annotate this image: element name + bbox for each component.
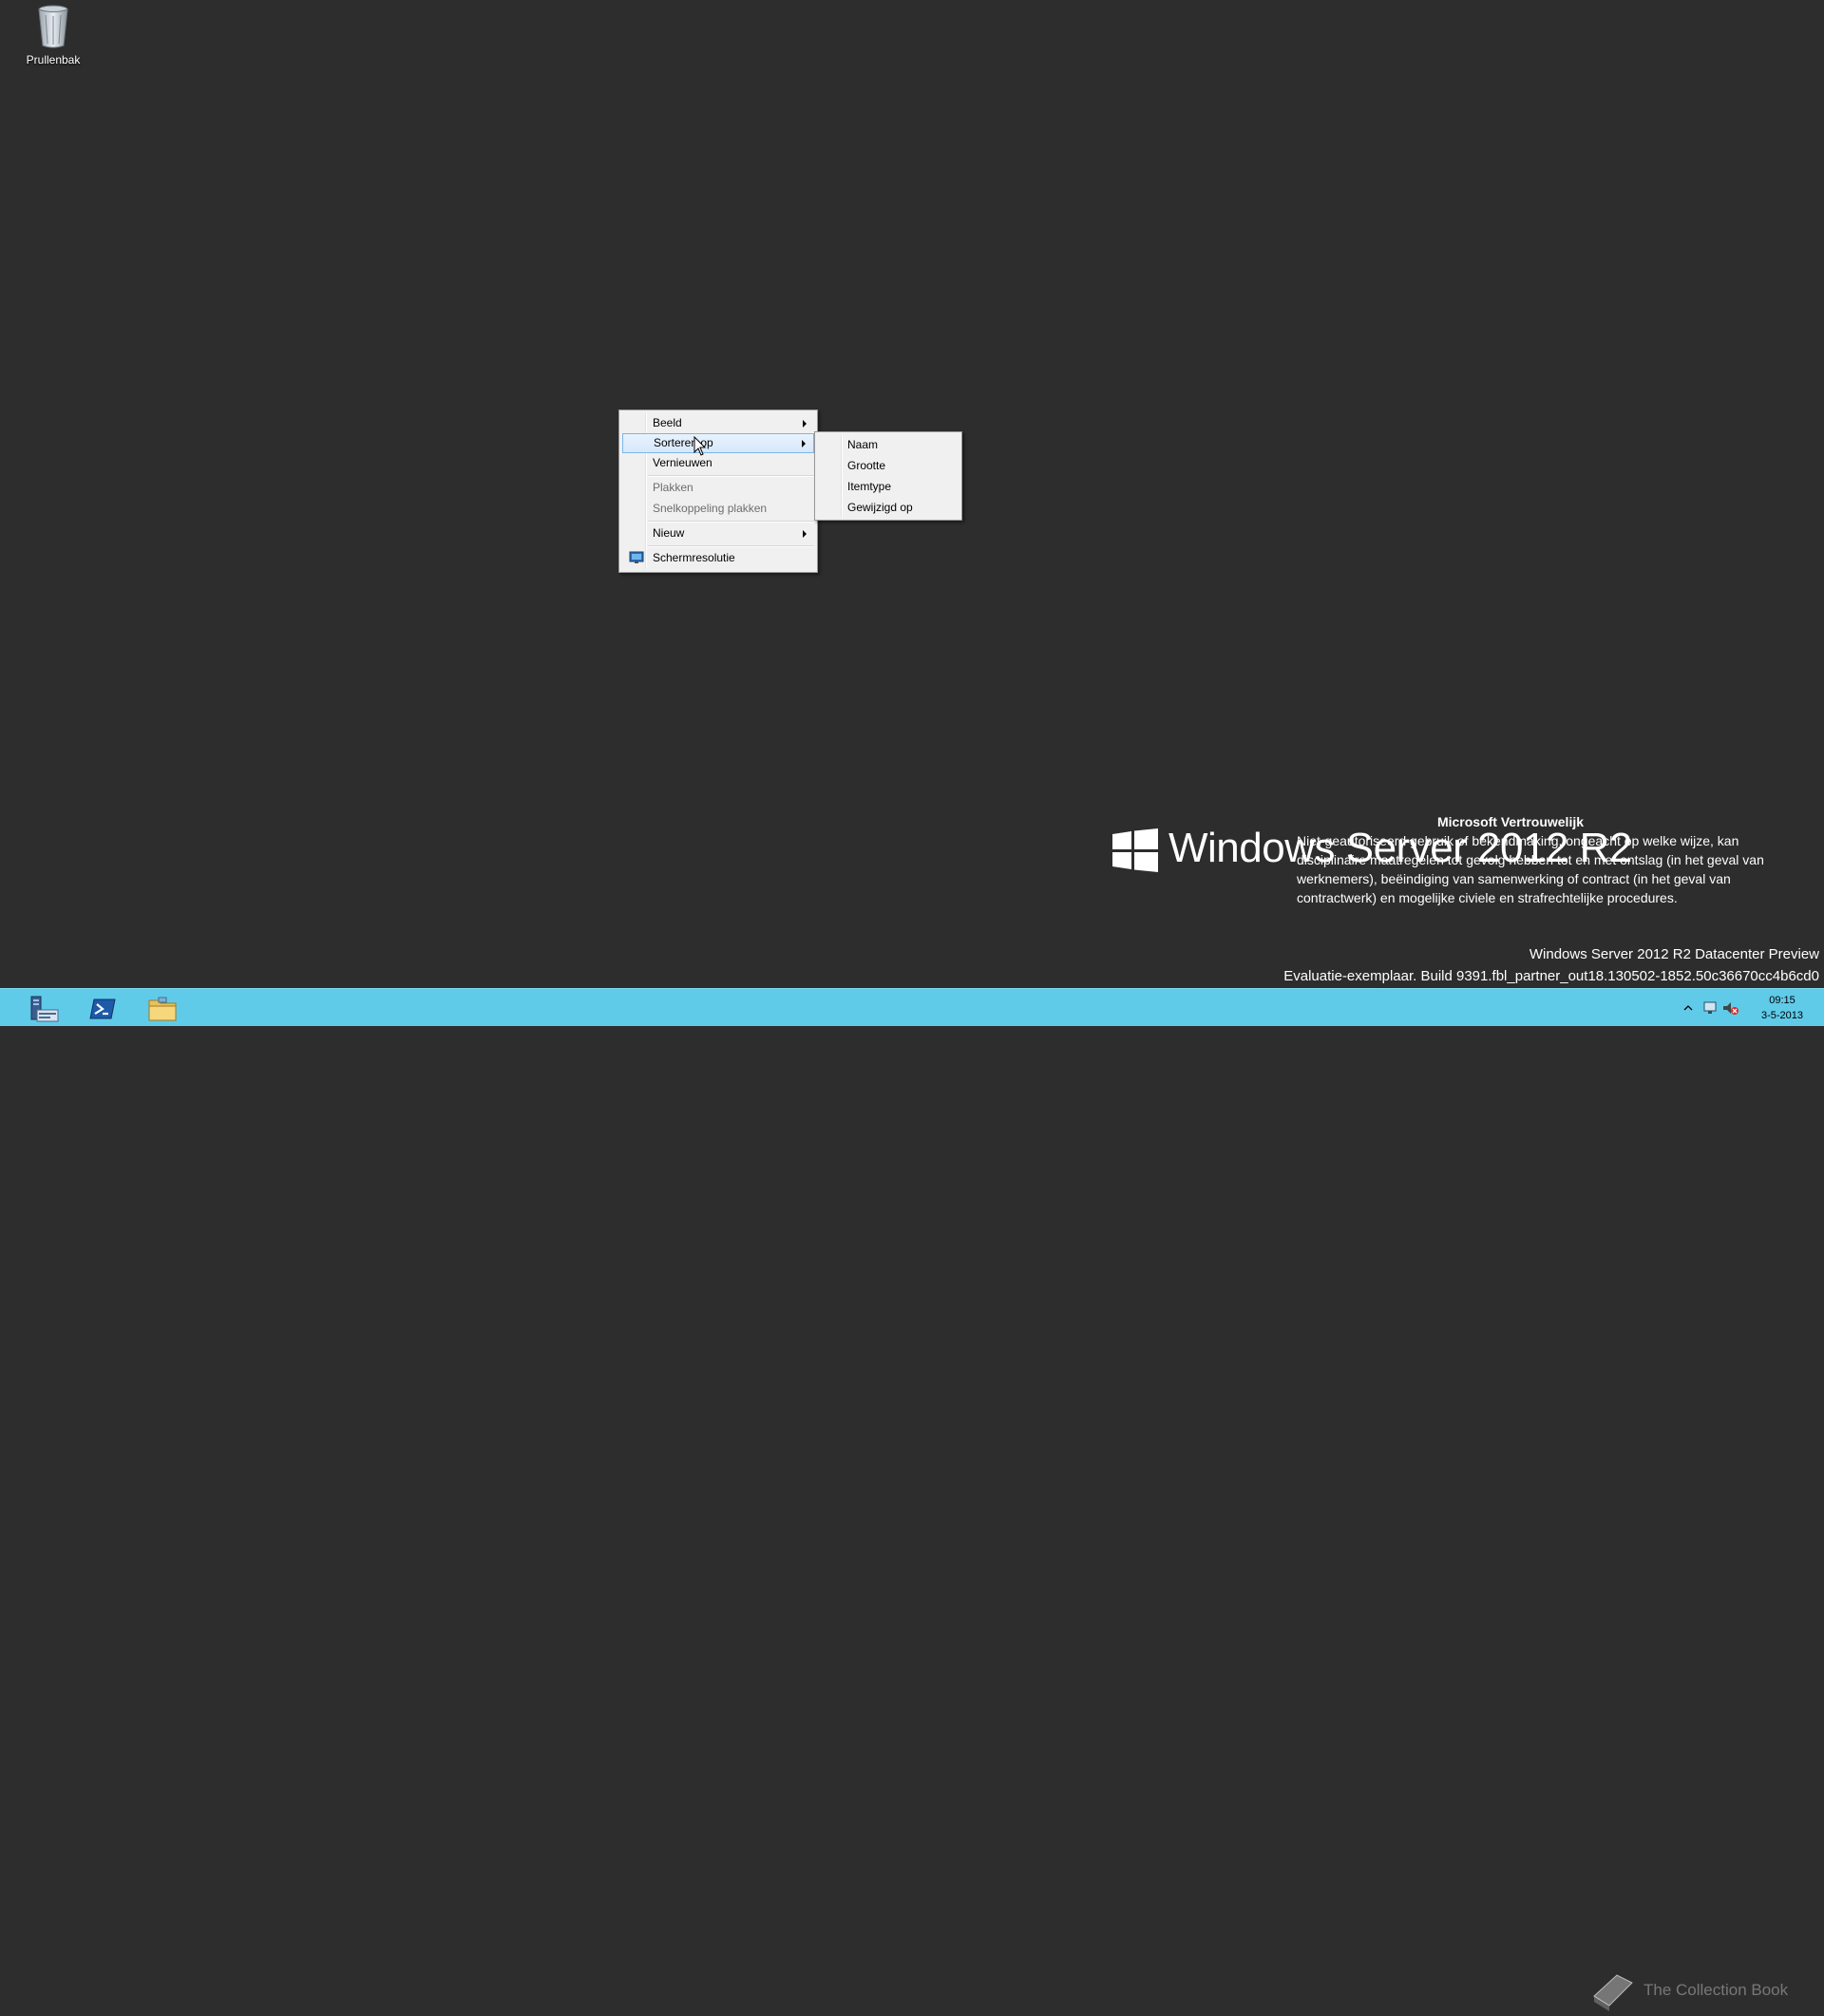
submenu-item-label: Gewijzigd op xyxy=(847,501,913,514)
taskbar-server-manager-button[interactable] xyxy=(17,991,70,1025)
recycle-bin-label: Prullenbak xyxy=(26,53,81,67)
display-settings-icon xyxy=(629,551,644,563)
submenu-arrow-icon xyxy=(803,530,807,538)
desktop-context-menu: Beeld Sorteren op Vernieuwen Plakken Sne… xyxy=(618,409,818,573)
menu-item-sorteren-op[interactable]: Sorteren op xyxy=(622,433,814,453)
show-hidden-icons-icon[interactable] xyxy=(1683,1004,1693,1012)
menu-separator xyxy=(648,475,814,477)
book-icon xyxy=(1593,1974,1633,2011)
menu-item-label: Plakken xyxy=(653,481,694,494)
taskbar-clock[interactable]: 09:15 3-5-2013 xyxy=(1761,993,1803,1023)
powershell-icon xyxy=(89,998,116,1019)
menu-item-label: Vernieuwen xyxy=(653,456,712,469)
submenu-item-grootte[interactable]: Grootte xyxy=(818,456,959,476)
menu-item-vernieuwen[interactable]: Vernieuwen xyxy=(622,453,814,473)
menu-item-nieuw[interactable]: Nieuw xyxy=(622,523,814,543)
desktop[interactable]: Prullenbak Beeld Sorteren op Vernieuwen … xyxy=(0,0,1824,988)
watermark: The Collection Book xyxy=(1588,1968,1788,2016)
submenu-arrow-icon xyxy=(802,440,806,447)
menu-item-plakken[interactable]: Plakken xyxy=(622,478,814,498)
build-text: Evaluatie-exemplaar. Build 9391.fbl_part… xyxy=(1283,968,1819,984)
taskbar-explorer-button[interactable] xyxy=(135,991,188,1025)
recycle-bin-shortcut[interactable]: Prullenbak xyxy=(11,4,95,76)
submenu-item-naam[interactable]: Naam xyxy=(818,435,959,455)
menu-separator xyxy=(648,521,814,523)
clock-time: 09:15 xyxy=(1769,995,1796,1006)
submenu-item-gewijzigd-op[interactable]: Gewijzigd op xyxy=(818,498,959,518)
sort-by-submenu: Naam Grootte Itemtype Gewijzigd op xyxy=(814,431,962,521)
submenu-item-label: Naam xyxy=(847,438,879,451)
confidential-title: Microsoft Vertrouwelijk xyxy=(1436,814,1585,829)
menu-item-label: Schermresolutie xyxy=(653,551,735,564)
menu-item-label: Snelkoppeling plakken xyxy=(653,502,768,515)
submenu-item-itemtype[interactable]: Itemtype xyxy=(818,477,959,497)
server-manager-icon xyxy=(30,996,59,1022)
watermark-text: The Collection Book xyxy=(1644,1981,1789,1999)
recycle-bin-icon xyxy=(38,5,68,48)
submenu-item-label: Grootte xyxy=(847,459,886,472)
menu-item-schermresolutie[interactable]: Schermresolutie xyxy=(622,548,814,568)
submenu-arrow-icon xyxy=(803,420,807,428)
volume-muted-icon[interactable] xyxy=(1721,1000,1738,1016)
menu-item-label: Beeld xyxy=(653,416,682,429)
clock-date: 3-5-2013 xyxy=(1760,1010,1803,1021)
menu-item-label: Nieuw xyxy=(653,526,685,540)
confidential-notice: Microsoft Vertrouwelijk Niet-geautorisee… xyxy=(1297,812,1810,907)
menu-item-beeld[interactable]: Beeld xyxy=(622,413,814,433)
confidential-body: Niet-geautoriseerd gebruik of bekendmaki… xyxy=(1297,833,1764,905)
submenu-item-label: Itemtype xyxy=(847,480,892,493)
windows-logo-icon xyxy=(1112,828,1158,872)
edition-text: Windows Server 2012 R2 Datacenter Previe… xyxy=(1529,946,1819,962)
file-explorer-icon xyxy=(148,997,177,1021)
mouse-pointer-icon xyxy=(694,436,707,456)
network-icon[interactable] xyxy=(1702,1000,1720,1016)
system-tray: 09:15 3-5-2013 xyxy=(1624,989,1824,1027)
taskbar: The Collection Book 09:15 3-5-2013 xyxy=(0,988,1824,2011)
menu-separator xyxy=(648,545,814,547)
menu-item-snelkoppeling-plakken[interactable]: Snelkoppeling plakken xyxy=(622,499,814,519)
taskbar-powershell-button[interactable] xyxy=(76,991,129,1025)
